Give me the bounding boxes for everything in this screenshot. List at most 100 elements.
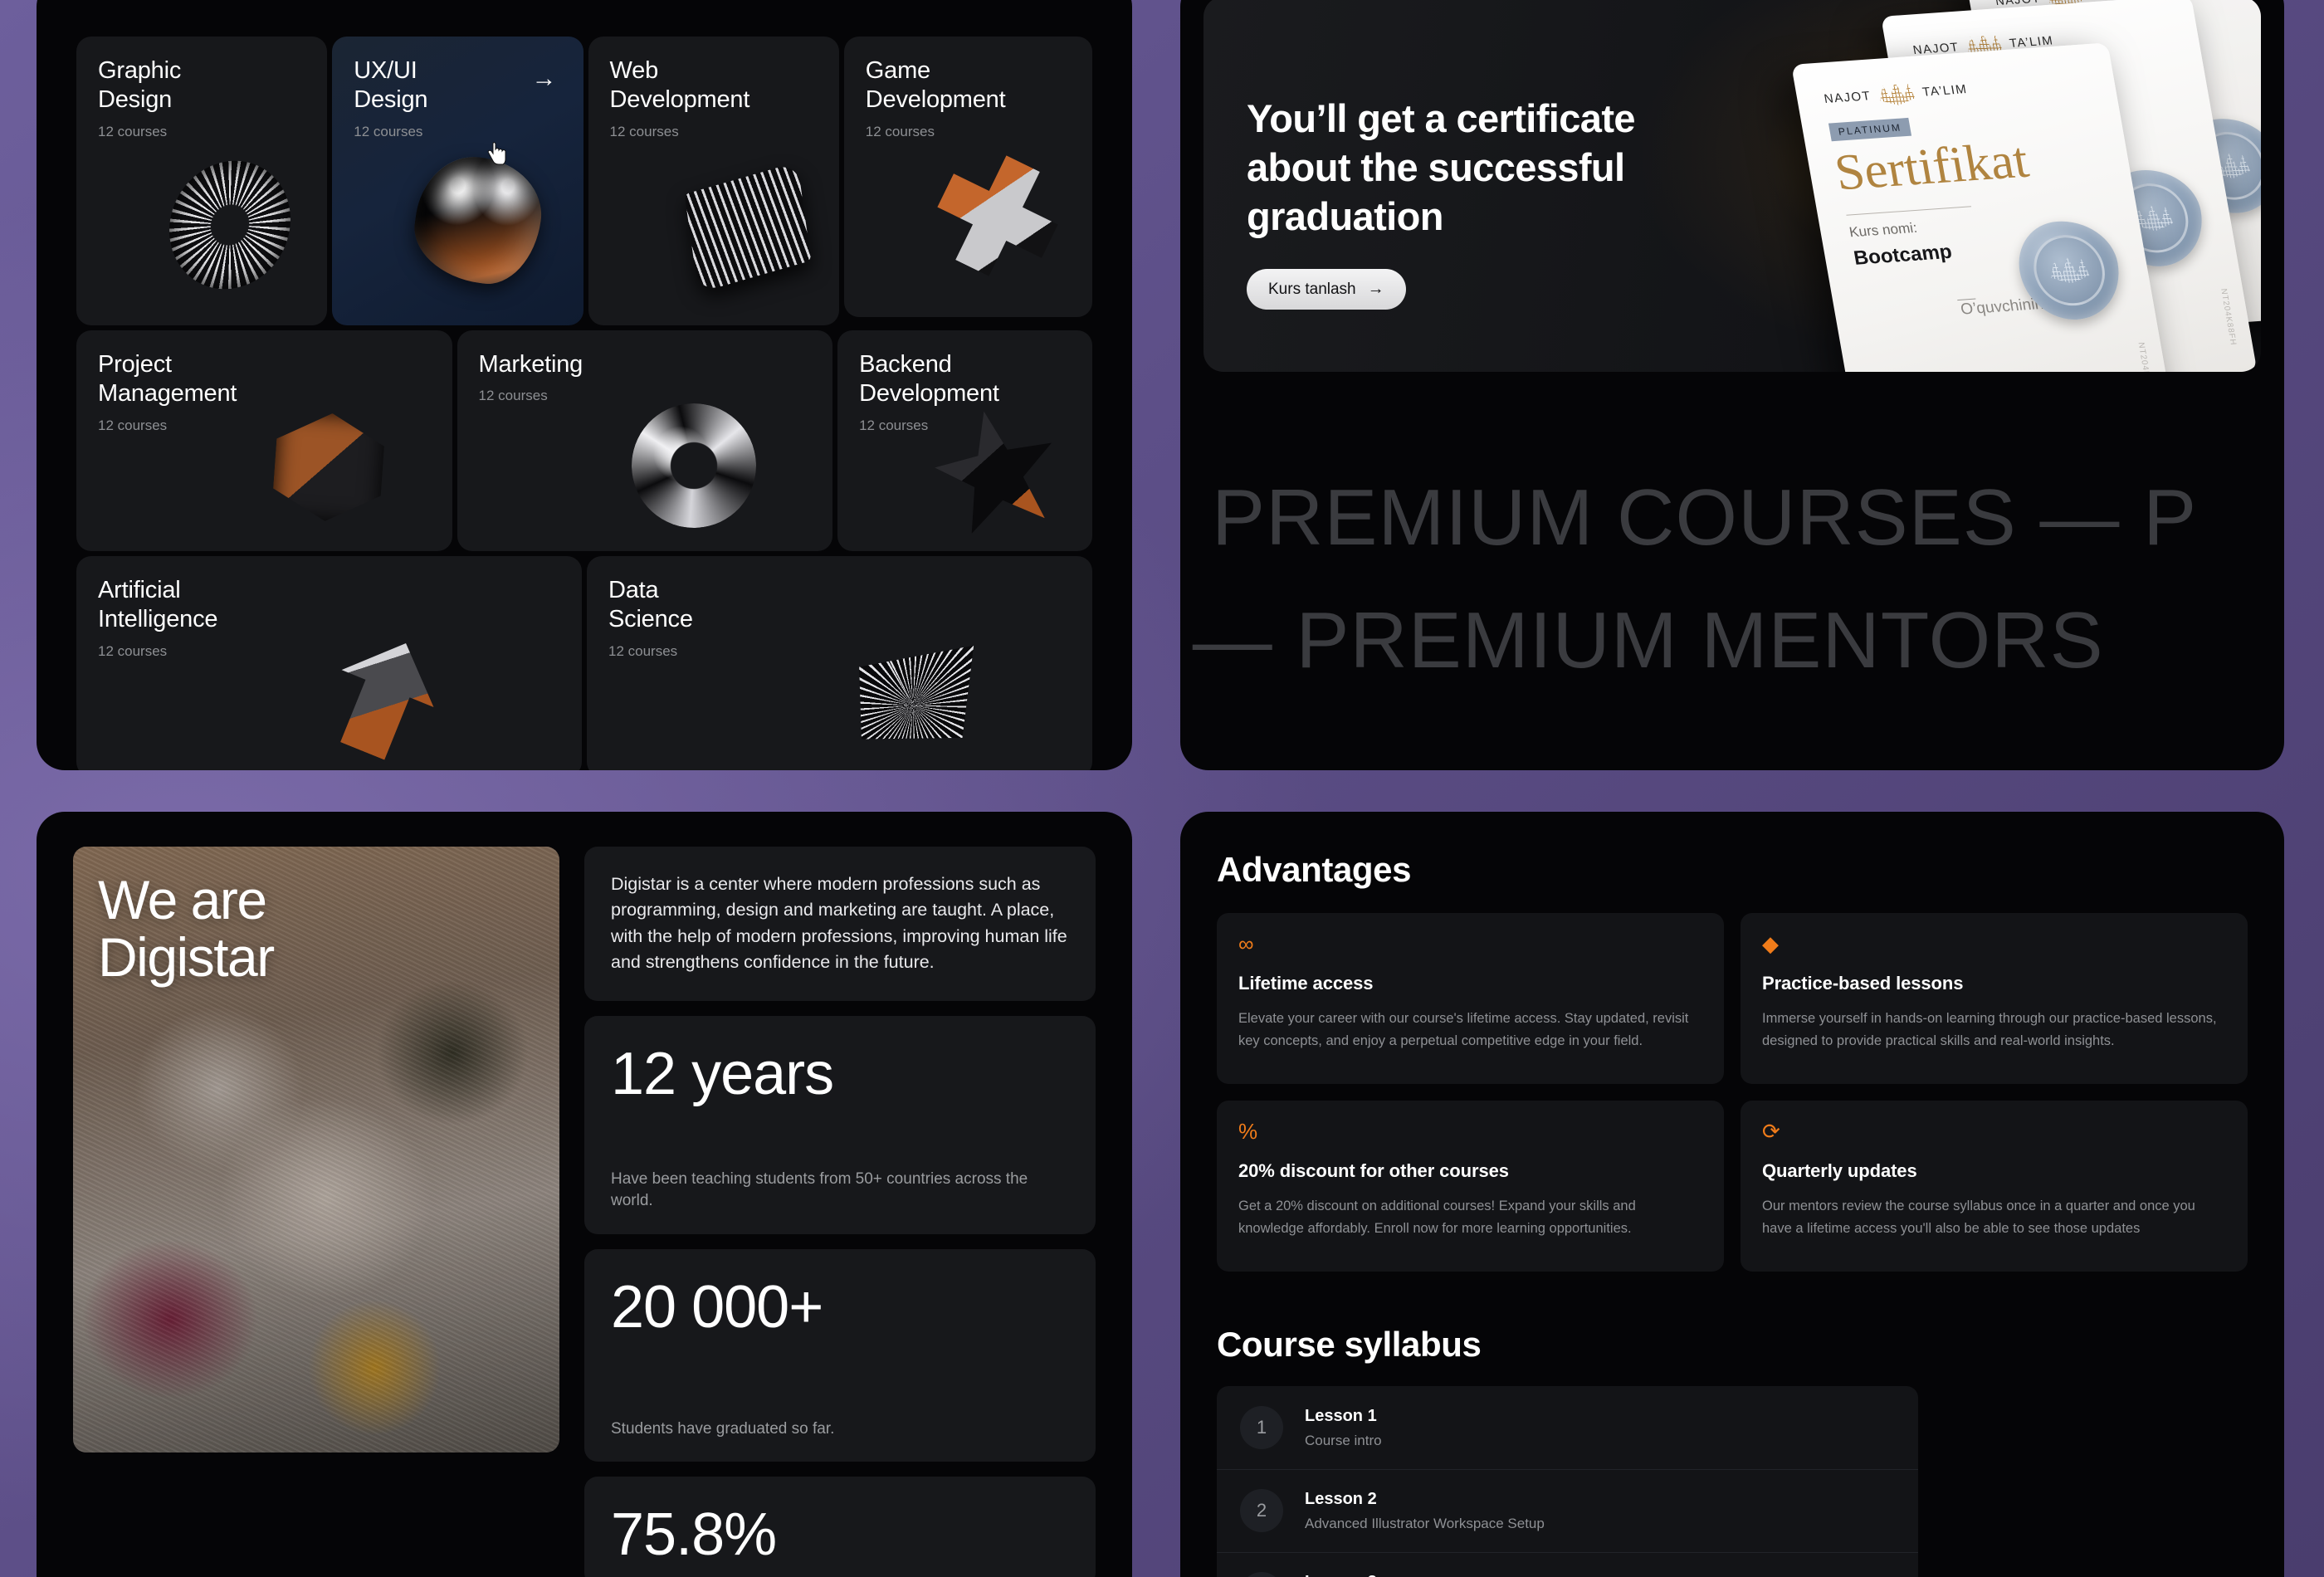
lesson-text: Lesson 3 Create a Cute Video Game Charac… bbox=[1305, 1573, 1767, 1577]
advantage-title: Practice-based lessons bbox=[1762, 973, 1964, 994]
advantage-description: Our mentors review the course syllabus o… bbox=[1762, 1199, 2195, 1236]
course-card-backend-development[interactable]: Backend Development 12 courses bbox=[837, 330, 1092, 551]
lesson-subtitle: Course intro bbox=[1305, 1432, 1382, 1448]
stat-description: Students have graduated so far. bbox=[611, 1419, 835, 1438]
about-right-column: Digistar is a center where modern profes… bbox=[584, 847, 1096, 1577]
course-title: Artificial Intelligence bbox=[98, 577, 218, 633]
syllabus-list: 1 Lesson 1 Course intro 2 Lesson 2 Advan… bbox=[1217, 1386, 1918, 1577]
course-title: UX/UI Design bbox=[354, 57, 428, 114]
courses-row-3: Artificial Intelligence 12 courses Data … bbox=[76, 556, 1092, 770]
advantage-description: Immerse yourself in hands-on learning th… bbox=[1762, 1011, 2217, 1048]
certificate-title: Sertifikat bbox=[1830, 132, 2033, 202]
certificate-heading: You’ll get a certificate about the succe… bbox=[1247, 96, 1636, 238]
lesson-number: 2 bbox=[1240, 1489, 1283, 1532]
courses-col-right: Game Development 12 courses bbox=[843, 37, 1092, 325]
refresh-icon: ⟳ bbox=[1762, 1119, 1780, 1144]
team-photo: We are Digistar bbox=[73, 847, 559, 1452]
arrow-right-icon: → bbox=[1367, 280, 1384, 298]
advantage-description: Elevate your career with our course's li… bbox=[1238, 1011, 1689, 1048]
course-count: 12 courses bbox=[609, 123, 679, 139]
course-card-artificial-intelligence[interactable]: Artificial Intelligence 12 courses bbox=[76, 556, 582, 770]
course-count: 12 courses bbox=[354, 123, 423, 139]
infinity-icon: ∞ bbox=[1238, 931, 1254, 956]
certificate-stack: NAJOT TA’LIM PLATINUM Sertifikat NT204K8… bbox=[1784, 0, 2261, 372]
advantage-card-quarterly-updates[interactable]: ⟳ Quarterly updates Our mentors review t… bbox=[1741, 1101, 2248, 1272]
courses-panel: Graphic Design 12 courses UX/UI Design 1… bbox=[37, 0, 1132, 770]
course-count: 12 courses bbox=[478, 388, 548, 404]
course-art-knot bbox=[618, 390, 770, 541]
course-card-web-development[interactable]: Web Development 12 courses bbox=[588, 37, 839, 325]
course-card-marketing[interactable]: Marketing 12 courses bbox=[456, 330, 833, 551]
percent-badge-icon: % bbox=[1238, 1119, 1258, 1144]
courses-row-2: Project Management 12 courses Marketing … bbox=[76, 330, 1092, 551]
advantage-card-discount[interactable]: % 20% discount for other courses Get a 2… bbox=[1217, 1101, 1724, 1272]
lesson-title: Lesson 3 bbox=[1305, 1573, 1767, 1577]
course-title: Project Management bbox=[98, 351, 237, 408]
advantages-heading: Advantages bbox=[1217, 850, 1412, 889]
course-card-project-management[interactable]: Project Management 12 courses bbox=[76, 330, 452, 551]
about-content: We are Digistar Digistar is a center whe… bbox=[37, 812, 1132, 1577]
syllabus-row[interactable]: 3 Lesson 3 Create a Cute Video Game Char… bbox=[1217, 1552, 1918, 1577]
crown-icon bbox=[1877, 81, 1916, 107]
platinum-badge: PLATINUM bbox=[1828, 117, 1911, 142]
course-art-torus bbox=[158, 144, 303, 305]
syllabus-row[interactable]: 1 Lesson 1 Course intro bbox=[1217, 1386, 1918, 1469]
course-name-value: Bootcamp bbox=[1852, 240, 1954, 270]
about-title: We are Digistar bbox=[98, 869, 275, 988]
course-name-label: Kurs nomi: bbox=[1848, 219, 1919, 241]
course-title: Graphic Design bbox=[98, 57, 182, 114]
course-title: Marketing bbox=[478, 351, 583, 378]
brand-left: NAJOT bbox=[1823, 88, 1872, 106]
certificate-code: NT204K88FH bbox=[2136, 341, 2156, 372]
advantage-card-practice-based[interactable]: ◆ Practice-based lessons Immerse yoursel… bbox=[1741, 913, 2248, 1084]
page-root: Graphic Design 12 courses UX/UI Design 1… bbox=[0, 0, 2324, 1577]
arrow-right-icon[interactable]: → bbox=[532, 66, 557, 91]
brand-right: TA’LIM bbox=[1921, 81, 1969, 100]
lesson-text: Lesson 2 Advanced Illustrator Workspace … bbox=[1305, 1490, 1545, 1532]
stat-value: 12 years bbox=[611, 1040, 834, 1107]
stat-description: Have been teaching students from 50+ cou… bbox=[611, 1169, 1028, 1210]
course-title: Web Development bbox=[609, 57, 750, 114]
courses-grid: Graphic Design 12 courses UX/UI Design 1… bbox=[37, 0, 1132, 770]
about-description: Digistar is a center where modern profes… bbox=[584, 847, 1096, 1001]
advantage-card-lifetime-access[interactable]: ∞ Lifetime access Elevate your career wi… bbox=[1217, 913, 1724, 1084]
advantage-title: Lifetime access bbox=[1238, 973, 1374, 994]
course-title: Backend Development bbox=[859, 351, 999, 408]
marquee-line-1: PREMIUM COURSES — P bbox=[1212, 473, 2198, 562]
lesson-number: 3 bbox=[1240, 1572, 1283, 1577]
stat-card-students: 20 000+ Students have graduated so far. bbox=[584, 1248, 1096, 1462]
advantage-title: 20% discount for other courses bbox=[1238, 1160, 1509, 1181]
course-art-flower bbox=[407, 149, 549, 290]
cursor-pointer-icon bbox=[487, 142, 506, 165]
advantages-panel: Advantages ∞ Lifetime access Elevate you… bbox=[1180, 812, 2284, 1577]
course-card-graphic-design[interactable]: Graphic Design 12 courses bbox=[76, 37, 328, 325]
lesson-title: Lesson 1 bbox=[1305, 1406, 1377, 1425]
course-art-stack bbox=[684, 162, 812, 293]
choose-course-button[interactable]: Kurs tanlash → bbox=[1247, 269, 1406, 310]
course-count: 12 courses bbox=[865, 123, 935, 139]
course-card-game-development[interactable]: Game Development 12 courses bbox=[843, 37, 1092, 317]
lesson-subtitle: Advanced Illustrator Workspace Setup bbox=[1305, 1515, 1545, 1531]
certificate-brand: NAJOT TA’LIM bbox=[1822, 77, 1969, 110]
lesson-text: Lesson 1 Course intro bbox=[1305, 1407, 1382, 1449]
course-card-data-science[interactable]: Data Science 12 courses bbox=[587, 556, 1092, 770]
certificate-panel: You’ll get a certificate about the succe… bbox=[1180, 0, 2284, 770]
syllabus-heading: Course syllabus bbox=[1217, 1325, 1482, 1364]
choose-course-label: Kurs tanlash bbox=[1268, 280, 1356, 298]
course-count: 12 courses bbox=[608, 642, 678, 659]
about-panel: We are Digistar Digistar is a center whe… bbox=[37, 812, 1132, 1577]
course-title: Game Development bbox=[865, 57, 1006, 114]
course-count: 12 courses bbox=[859, 417, 929, 433]
syllabus-row[interactable]: 2 Lesson 2 Advanced Illustrator Workspac… bbox=[1217, 1469, 1918, 1552]
courses-row-1: Graphic Design 12 courses UX/UI Design 1… bbox=[76, 37, 1092, 325]
stat-value: 20 000+ bbox=[611, 1273, 823, 1340]
course-art-cross bbox=[920, 138, 1075, 293]
stat-card-years: 12 years Have been teaching students fro… bbox=[584, 1015, 1096, 1234]
certificate-hero: You’ll get a certificate about the succe… bbox=[1204, 0, 2261, 372]
marquee-line-2: S — PREMIUM MENTORS bbox=[1180, 596, 2104, 685]
course-title: Data Science bbox=[608, 577, 693, 633]
course-card-uxui-design[interactable]: UX/UI Design 12 courses → bbox=[332, 37, 583, 325]
stat-card-percent: 75.8% bbox=[584, 1477, 1096, 1577]
advantage-description: Get a 20% discount on additional courses… bbox=[1238, 1199, 1636, 1236]
lesson-number: 1 bbox=[1240, 1406, 1283, 1449]
